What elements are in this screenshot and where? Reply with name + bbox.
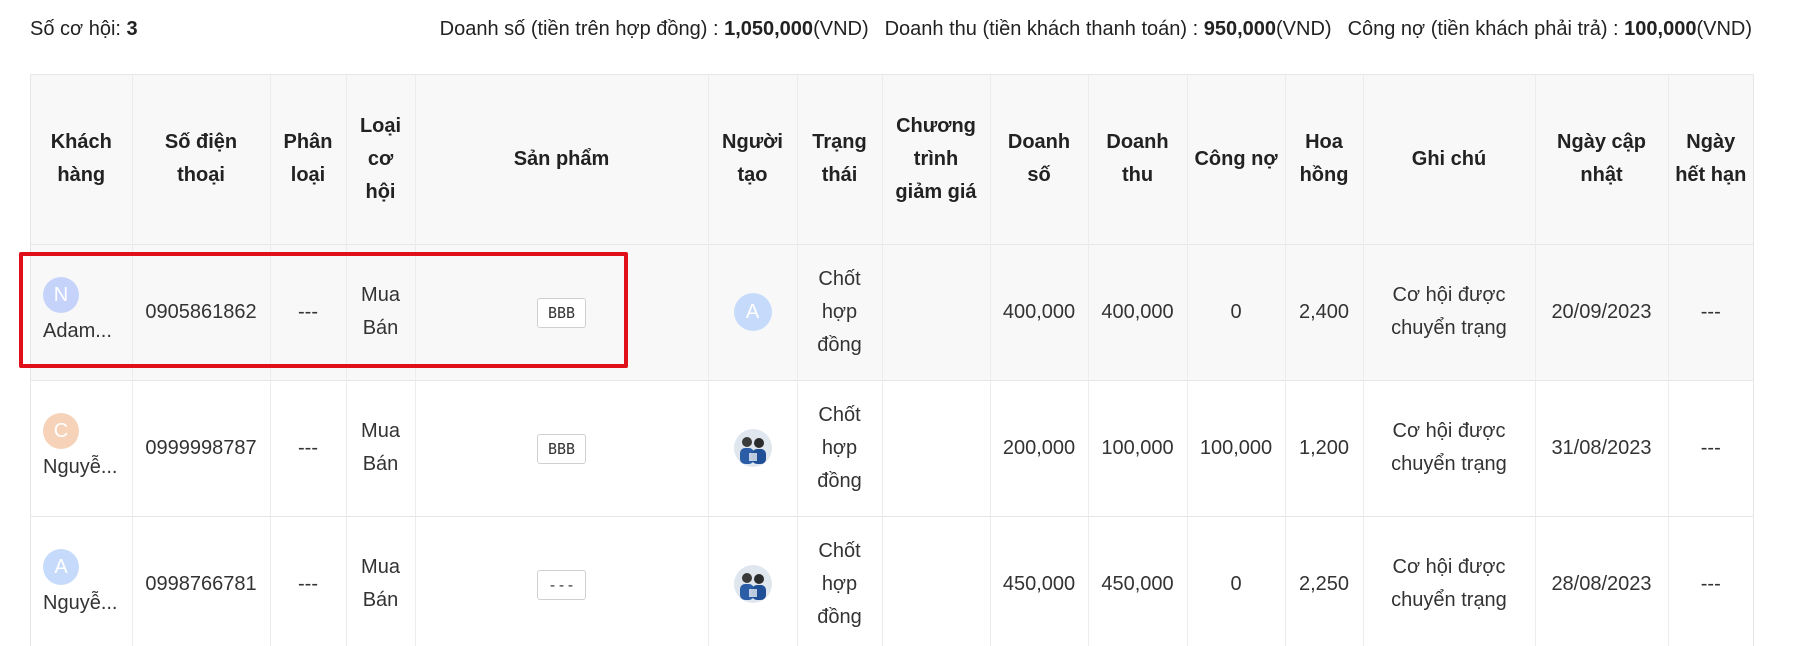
- debt-cell: 0: [1187, 516, 1286, 646]
- status-cell: Chốt hợp đồng: [797, 380, 883, 516]
- category-cell: ---: [270, 380, 347, 516]
- header-opportunity-type[interactable]: Loại cơ hội: [346, 75, 416, 244]
- expiry-date-cell: ---: [1700, 300, 1721, 323]
- status-cell: Chốt hợp đồng: [797, 516, 883, 646]
- revenue-cell: 100,000: [1088, 380, 1188, 516]
- updated-date-cell: 20/09/2023: [1535, 244, 1669, 380]
- header-commission[interactable]: Hoa hồng: [1285, 75, 1364, 244]
- creator-avatar: A: [733, 293, 772, 331]
- table-row[interactable]: C Nguyễ... 0999998787 --- Mua Bán BBB Ch…: [31, 380, 1753, 516]
- customer-avatar: A: [43, 548, 79, 585]
- creator-photo-avatar: [733, 429, 772, 467]
- product-cell: BBB: [415, 244, 709, 380]
- header-revenue[interactable]: Doanh thu: [1088, 75, 1188, 244]
- customer-name[interactable]: Nguyễ...: [43, 451, 126, 484]
- opportunities-table: Khách hàng Số điện thoại Phân loại Loại …: [30, 74, 1754, 646]
- table-row[interactable]: N Adam... 0905861862 --- Mua Bán BBB A C…: [31, 244, 1753, 380]
- discount-cell: [882, 380, 991, 516]
- product-tag: ---: [536, 569, 587, 600]
- sales-cell: 450,000: [990, 516, 1089, 646]
- note-cell: Cơ hội được chuyển trạng: [1363, 380, 1536, 516]
- phone-cell: 0998766781: [132, 516, 271, 646]
- discount-cell: [882, 516, 991, 646]
- expiry-date-cell: ---: [1700, 572, 1721, 595]
- sales-cell: 200,000: [990, 380, 1089, 516]
- customer-cell[interactable]: C Nguyễ...: [31, 380, 133, 516]
- sales-total: Doanh số (tiền trên hợp đồng) : 1,050,00…: [439, 18, 869, 40]
- table-row[interactable]: A Nguyễ... 0998766781 --- Mua Bán --- Ch…: [31, 516, 1753, 646]
- revenue-total: Doanh thu (tiền khách thanh toán) : 950,…: [884, 18, 1332, 40]
- expiry-date-cell: ---: [1700, 436, 1721, 459]
- customer-cell[interactable]: N Adam...: [31, 244, 133, 380]
- discount-cell: [882, 244, 991, 380]
- customer-name[interactable]: Nguyễ...: [43, 587, 126, 620]
- updated-date-cell: 31/08/2023: [1535, 380, 1669, 516]
- sales-cell: 400,000: [990, 244, 1089, 380]
- header-expiry-date[interactable]: Ngày hết hạn: [1668, 75, 1753, 244]
- category-cell: ---: [270, 516, 347, 646]
- opportunity-type-cell: Mua Bán: [346, 516, 416, 646]
- commission-cell: 2,400: [1285, 244, 1364, 380]
- customer-avatar: C: [43, 412, 79, 449]
- header-note[interactable]: Ghi chú: [1363, 75, 1536, 244]
- status-cell: Chốt hợp đồng: [797, 244, 883, 380]
- table-header-row: Khách hàng Số điện thoại Phân loại Loại …: [31, 75, 1753, 244]
- header-category[interactable]: Phân loại: [270, 75, 347, 244]
- opportunity-type-cell: Mua Bán: [346, 244, 416, 380]
- header-debt[interactable]: Công nợ: [1187, 75, 1286, 244]
- header-discount-program[interactable]: Chương trình giảm giá: [882, 75, 991, 244]
- customer-avatar: N: [43, 276, 79, 313]
- header-sales[interactable]: Doanh số: [990, 75, 1089, 244]
- note-cell: Cơ hội được chuyển trạng: [1363, 516, 1536, 646]
- product-tag: BBB: [536, 297, 587, 328]
- creator-cell: A: [708, 244, 798, 380]
- updated-date-cell: 28/08/2023: [1535, 516, 1669, 646]
- product-cell: ---: [415, 516, 709, 646]
- debt-cell: 100,000: [1187, 380, 1286, 516]
- product-tag: BBB: [536, 433, 587, 464]
- product-cell: BBB: [415, 380, 709, 516]
- commission-cell: 2,250: [1285, 516, 1364, 646]
- debt-cell: 0: [1187, 244, 1286, 380]
- header-customer[interactable]: Khách hàng: [31, 75, 133, 244]
- customer-name[interactable]: Adam...: [43, 315, 126, 348]
- debt-total: Công nợ (tiền khách phải trả) : 100,000(…: [1347, 18, 1752, 40]
- header-creator[interactable]: Người tạo: [708, 75, 798, 244]
- creator-cell: [708, 516, 798, 646]
- opportunity-count: Số cơ hội: 3: [30, 18, 138, 40]
- phone-cell: 0999998787: [132, 380, 271, 516]
- phone-cell: 0905861862: [132, 244, 271, 380]
- header-status[interactable]: Trạng thái: [797, 75, 883, 244]
- commission-cell: 1,200: [1285, 380, 1364, 516]
- creator-photo-avatar: [733, 565, 772, 604]
- category-cell: ---: [270, 244, 347, 380]
- note-cell: Cơ hội được chuyển trạng: [1363, 244, 1536, 380]
- header-phone[interactable]: Số điện thoại: [132, 75, 271, 244]
- opportunity-type-cell: Mua Bán: [346, 380, 416, 516]
- totals: Doanh số (tiền trên hợp đồng) : 1,050,00…: [440, 0, 1752, 58]
- summary-bar: Số cơ hội: 3 Doanh số (tiền trên hợp đồn…: [0, 0, 1806, 58]
- customer-cell[interactable]: A Nguyễ...: [31, 516, 133, 646]
- revenue-cell: 450,000: [1088, 516, 1188, 646]
- header-product[interactable]: Sản phẩm: [415, 75, 709, 244]
- creator-cell: [708, 380, 798, 516]
- revenue-cell: 400,000: [1088, 244, 1188, 380]
- header-updated-date[interactable]: Ngày cập nhật: [1535, 75, 1669, 244]
